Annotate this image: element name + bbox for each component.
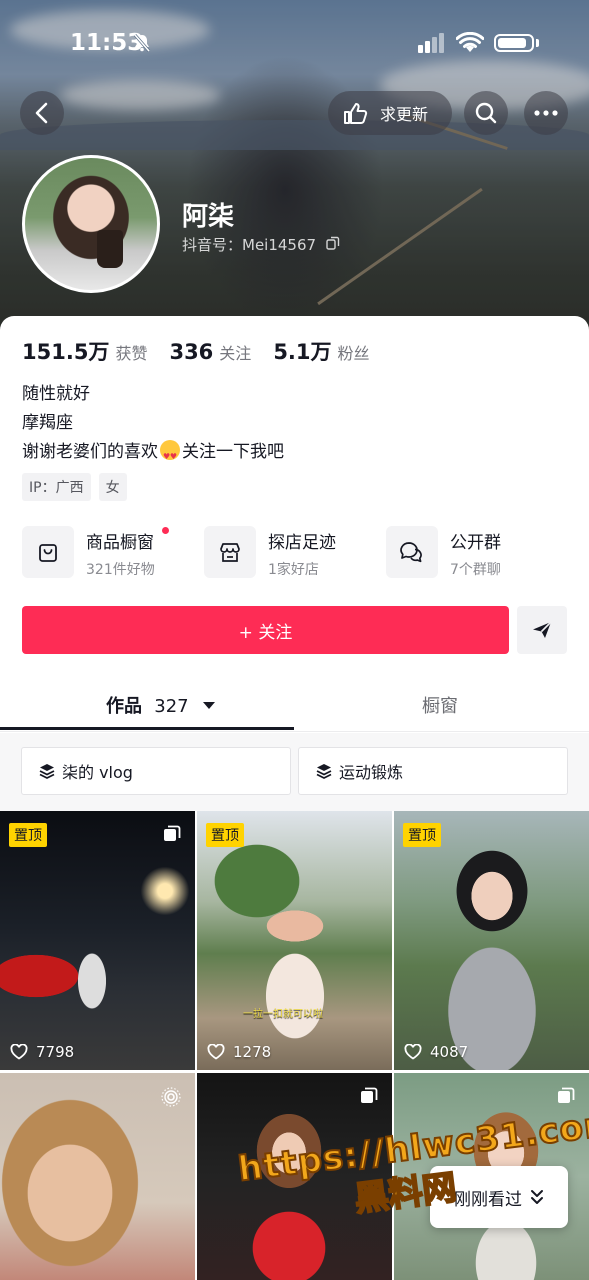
multi-image-icon [558,1087,575,1103]
live-photo-icon [161,1087,181,1107]
feature-subtitle: 7个群聊 [450,562,501,578]
send-icon [533,621,552,638]
feature-title: 公开群 [450,533,501,553]
bio-text: 谢谢老婆们的喜欢 [22,442,158,462]
pinned-badge: 置顶 [206,823,244,847]
collection-chip[interactable]: 柒的 vlog [21,747,291,795]
feature-subtitle: 321件好物 [86,562,155,578]
video-likes: 7798 [10,1043,74,1061]
wifi-icon [456,32,484,52]
copy-icon[interactable] [326,236,340,250]
ip-location-tag: IP：广西 [22,473,91,501]
video-thumbnail[interactable]: 置顶 7798 [0,811,195,1070]
feature-subtitle: 1家好店 [268,562,319,578]
bell-off-icon [133,34,151,52]
video-likes-count: 4087 [430,1043,469,1061]
video-thumbnail[interactable]: 置顶 4087 [394,811,589,1070]
chat-bubbles-icon [386,526,438,578]
search-button[interactable] [464,91,508,135]
battery-tip [536,39,539,47]
avatar-photo-detail [97,230,123,268]
profile-nickname: 阿柒 [182,202,235,232]
video-likes-count: 7798 [36,1043,75,1061]
double-chevron-down-icon [531,1190,543,1204]
shop-window-entry[interactable]: 商品橱窗 321件好物 [22,526,169,579]
video-likes: 4087 [404,1043,468,1061]
tab-works-count: 327 [154,696,189,717]
share-button[interactable] [517,606,567,654]
search-icon [475,102,497,124]
active-tab-indicator [0,727,294,730]
profile-tags: IP：广西 女 [22,473,127,501]
followers-label: 粉丝 [337,344,370,363]
bio-line: 摩羯座 [22,413,73,433]
following-count[interactable]: 336 [169,340,213,364]
feature-entries: 商品橱窗 321件好物 探店足迹 1家好店 公开群 7个群聊 [22,526,572,582]
store-visits-entry[interactable]: 探店足迹 1家好店 [204,526,336,579]
video-thumbnail[interactable] [197,1073,392,1280]
stack-icon [39,764,55,779]
likes-label: 获赞 [115,344,148,363]
video-likes: 1278 [207,1043,271,1061]
chevron-left-icon [35,102,48,124]
request-update-label: 求更新 [380,105,429,124]
tab-shop-window[interactable]: 橱窗 [422,692,458,718]
following-label: 关注 [219,344,252,363]
tab-works-label: 作品 [106,696,142,717]
video-caption: 一拉一扣就可以啦 [243,1009,323,1020]
collection-label: 运动锻炼 [339,763,404,782]
heart-outline-icon [404,1044,422,1060]
pinned-badge: 置顶 [9,823,47,847]
multi-image-icon [361,1087,378,1103]
signal-icon [418,33,444,53]
public-group-entry[interactable]: 公开群 7个群聊 [386,526,501,579]
pinned-badge: 置顶 [403,823,441,847]
video-thumbnail[interactable] [0,1073,195,1280]
heart-outline-icon [10,1044,28,1060]
more-button[interactable] [524,91,568,135]
feature-title: 探店足迹 [268,533,336,553]
heart-eyes-emoji-icon [160,440,180,471]
tab-works[interactable]: 作品 327 [106,692,215,718]
stack-icon [316,764,332,779]
shopping-bag-icon [22,526,74,578]
gender-tag: 女 [98,473,127,501]
request-update-button[interactable]: 求更新 [328,91,452,135]
content-tabs: 作品 327 橱窗 [0,678,589,732]
bio-line: 谢谢老婆们的喜欢 关注一下我吧 [22,438,284,471]
avatar[interactable] [22,155,160,293]
status-bar: 11:53 [0,0,589,88]
back-button[interactable] [20,91,64,135]
profile-bio: 随性就好 摩羯座 谢谢老婆们的喜欢 关注一下我吧 [22,380,284,471]
video-thumbnail[interactable]: 置顶 一拉一扣就可以啦 1278 [197,811,392,1070]
hand-point-icon [344,103,368,124]
caret-down-icon [202,702,215,709]
douyin-id: 抖音号：Mei14567 [182,236,317,254]
collection-chip[interactable]: 运动锻炼 [298,747,568,795]
store-icon [204,526,256,578]
bio-text: 关注一下我吧 [182,442,284,462]
likes-count[interactable]: 151.5万 [22,336,109,366]
notification-dot [162,527,169,534]
heart-outline-icon [207,1044,225,1060]
follow-button[interactable]: + 关注 [22,606,509,654]
followers-count[interactable]: 5.1万 [273,336,331,366]
battery-icon [494,34,534,52]
feature-title: 商品橱窗 [86,533,154,553]
bio-line: 随性就好 [22,384,90,404]
multi-image-icon [164,825,181,841]
recently-viewed-button[interactable]: 刚刚看过 [430,1166,568,1228]
more-dots-icon [534,110,558,116]
recently-viewed-label: 刚刚看过 [454,1189,522,1210]
collection-label: 柒的 vlog [62,763,133,782]
profile-stats: 151.5万 获赞 336 关注 5.1万 粉丝 [22,336,392,366]
video-likes-count: 1278 [233,1043,272,1061]
